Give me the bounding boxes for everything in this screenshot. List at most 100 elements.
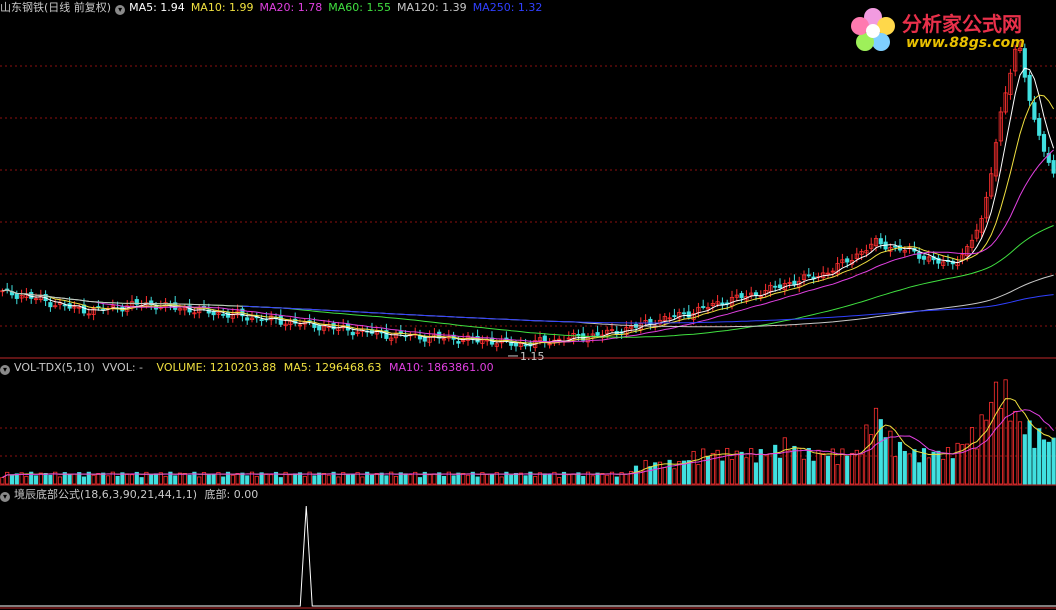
candle-body-51: [245, 317, 250, 321]
volume-bar-171: [821, 453, 826, 485]
volume-bar-61: [293, 473, 298, 485]
candle-body-154: [739, 293, 744, 299]
volume-bar-66: [317, 472, 322, 485]
volume-bar-70: [336, 476, 341, 485]
volume-bar-137: [657, 461, 663, 485]
volume-bar-26: [125, 473, 130, 485]
volume-bar-184: [883, 437, 888, 485]
volume-bar-29: [139, 477, 144, 485]
volume-bar-87: [417, 477, 423, 485]
volume-bar-9: [43, 473, 48, 485]
formula-name[interactable]: 境辰底部公式(18,6,3,90,21,44,1,1): [14, 488, 197, 501]
candle-body-142: [681, 312, 687, 315]
stock-name[interactable]: 山东钢铁(日线 前复权): [0, 1, 111, 14]
ma-indicator-2: MA20: 1.78: [259, 1, 323, 14]
volume-bar-163: [782, 437, 787, 485]
volume-bar-135: [648, 466, 653, 485]
volume-bar-145: [696, 464, 701, 485]
volume-bar-212: [1017, 421, 1023, 485]
flower-logo-icon: [851, 8, 895, 51]
volume-bar-80: [384, 475, 389, 485]
volume-bar-37: [177, 472, 183, 485]
candle-body-95: [456, 341, 461, 344]
settings-toggle-icon[interactable]: ▾: [0, 365, 10, 375]
volume-panel-header: ▾ VOL-TDX(5,10) VVOL: - VOLUME: 1210203.8…: [0, 360, 498, 376]
volume-bar-94: [451, 475, 456, 485]
candle-body-10: [48, 302, 53, 308]
volume-bar-106: [509, 474, 514, 485]
candle-body-113: [542, 335, 547, 343]
candle-body-168: [806, 274, 811, 277]
volume-bar-180: [864, 424, 869, 485]
volume-bar-77: [369, 474, 375, 485]
volume-bar-190: [912, 449, 917, 485]
candle-body-157: [753, 292, 759, 296]
volume-bar-55: [264, 473, 269, 485]
volume-bar-5: [24, 475, 29, 485]
formula-value: 底部: 0.00: [204, 488, 259, 501]
volume-bar-68: [326, 474, 331, 485]
volume-bar-179: [859, 453, 864, 485]
volume-bar-134: [643, 459, 648, 485]
volume-bar-206: [989, 401, 994, 485]
candle-body-107: [513, 343, 519, 347]
volume-bar-27: [129, 474, 135, 485]
settings-toggle-icon[interactable]: ▾: [115, 5, 126, 15]
volume-bar-58: [278, 477, 283, 485]
volume-bar-90: [432, 473, 437, 485]
volume-bar-39: [187, 474, 192, 485]
volume-bar-43: [206, 473, 211, 485]
volume-bar-44: [211, 473, 216, 485]
volume-bar-72: [345, 473, 351, 485]
volume-bar-101: [485, 473, 490, 485]
volume-bar-49: [235, 472, 240, 485]
ma-indicator-0: MA5: 1.94: [129, 1, 185, 14]
settings-toggle-icon[interactable]: ▾: [0, 492, 10, 502]
volume-bar-191: [917, 462, 922, 485]
volume-bar-172: [825, 455, 831, 485]
volume-bar-214: [1027, 420, 1032, 485]
candle-body-54: [259, 319, 264, 322]
volume-bar-96: [461, 473, 466, 485]
volume-bar-138: [662, 467, 667, 485]
volume-bar-126: [605, 474, 610, 485]
volume-ma5-line: [2, 398, 1054, 478]
volume-bar-160: [768, 453, 773, 485]
volume-bar-15: [72, 473, 77, 485]
volume-bar-51: [245, 475, 250, 485]
volume-bar-99: [475, 476, 480, 485]
volume-value: VOLUME: 1210203.88: [156, 361, 277, 374]
volume-bar-216: [1037, 428, 1042, 485]
ma-indicator-3: MA60: 1.55: [328, 1, 391, 14]
ma10-line: [2, 94, 1055, 344]
low-price-label: 1.15: [520, 350, 545, 363]
ma-indicator-5: MA250: 1.32: [472, 1, 543, 14]
volume-bar-207: [993, 381, 999, 485]
volume-bar-65: [312, 475, 317, 485]
volume-bar-144: [691, 450, 696, 485]
volume-bar-78: [374, 472, 379, 485]
volume-bar-143: [686, 460, 691, 485]
ma-indicator-list: MA5: 1.94 MA10: 1.99 MA20: 1.78 MA60: 1.55 M…: [129, 1, 548, 14]
volume-bar-170: [816, 449, 821, 485]
bottom-signal-line: [0, 505, 1056, 607]
candle-body-217: [1041, 134, 1047, 152]
volume-bar-82: [393, 475, 399, 485]
ma250-line: [242, 294, 1054, 324]
volume-bar-174: [835, 464, 840, 485]
logo-url[interactable]: www.88gs.com: [906, 35, 1025, 51]
ma120-line: [2, 274, 1054, 328]
volume-bar-196: [941, 458, 946, 485]
candle-body-161: [773, 285, 778, 288]
candle-body-214: [1027, 74, 1032, 101]
volume-bar-85: [408, 474, 413, 485]
volume-bar-116: [557, 477, 562, 485]
candle-body-165: [792, 280, 797, 286]
volume-bar-198: [950, 458, 955, 485]
volume-bar-7: [33, 475, 39, 485]
volume-indicator-name[interactable]: VOL-TDX(5,10): [14, 361, 95, 374]
volume-bar-152: [729, 459, 735, 485]
volume-bar-17: [81, 476, 87, 485]
volume-bar-92: [441, 475, 447, 485]
candle-body-216: [1037, 118, 1042, 136]
